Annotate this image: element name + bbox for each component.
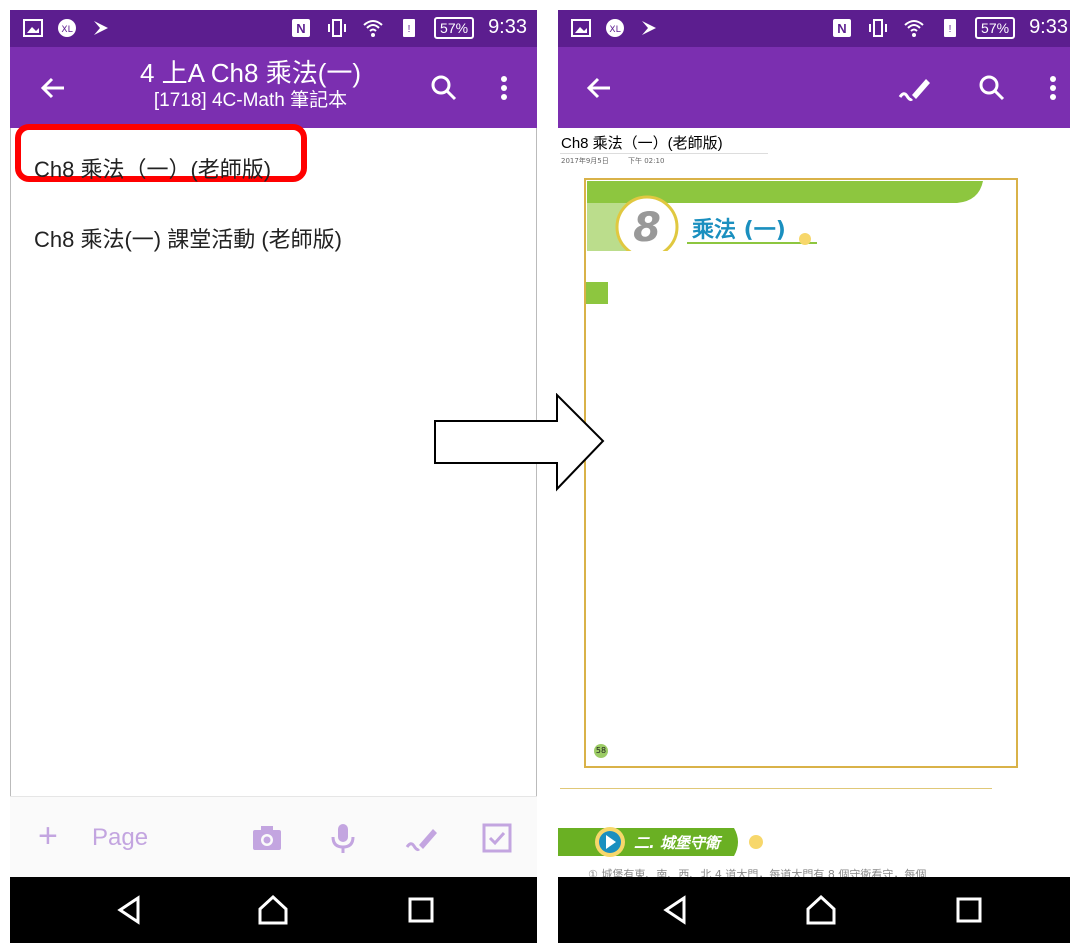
wifi-icon [363, 19, 383, 37]
back-nav-icon[interactable] [660, 894, 692, 926]
note-time: 下午 02:10 [628, 157, 665, 165]
more-options-icon[interactable] [487, 71, 521, 105]
wifi-icon [904, 19, 924, 37]
right-phone-screen: XL N ! 57% 9:33 Ch8 乘法（一）(老師版) 2017年9月5日… [558, 10, 1070, 943]
status-bar: XL N ! 57% 9:33 [558, 10, 1070, 47]
green-tab [586, 282, 608, 304]
recents-nav-icon[interactable] [405, 894, 437, 926]
home-nav-icon[interactable] [257, 894, 289, 926]
xl-icon: XL [58, 19, 76, 37]
back-nav-icon[interactable] [114, 894, 146, 926]
svg-text:XL: XL [61, 25, 72, 35]
home-nav-icon[interactable] [805, 894, 837, 926]
battery-indicator: 57% [975, 16, 1016, 39]
checkbox-icon[interactable] [480, 821, 514, 855]
microphone-icon[interactable] [326, 821, 360, 855]
page-number: 58 [594, 744, 608, 758]
divider [560, 153, 768, 154]
chapter-banner: 8 乘法 (一) [587, 181, 983, 251]
add-page-button[interactable]: + [38, 819, 58, 853]
nfc-icon: N [292, 18, 311, 37]
note-date: 2017年9月5日 [561, 157, 609, 165]
page-item-class-activity[interactable]: Ch8 乘法(一) 課堂活動 (老師版) [34, 222, 342, 254]
bottom-toolbar: + Page [10, 796, 537, 878]
app-notification-icon [642, 21, 656, 35]
clock: 9:33 [1029, 16, 1068, 38]
battery-indicator: 57% [434, 16, 475, 39]
navigation-bar [558, 877, 1070, 943]
app-bar [558, 47, 1070, 128]
vibrate-icon [869, 18, 888, 37]
gallery-icon [571, 19, 591, 37]
status-bar: XL N ! 57% 9:33 [10, 10, 537, 47]
divider [560, 788, 992, 789]
search-icon[interactable] [427, 71, 461, 105]
textbook-page: 8 乘法 (一) 58 [584, 178, 1018, 768]
more-options-icon[interactable] [1036, 71, 1070, 105]
chapter-number: 8 [633, 205, 661, 251]
svg-text:N: N [837, 21, 846, 36]
back-arrow-icon[interactable] [582, 71, 616, 105]
svg-text:N: N [296, 21, 305, 36]
partial-question-text: ① 城堡有東、南、西、北 4 道大門，每道大門有 8 個守衛看守，每個 [588, 868, 927, 877]
chapter-title: 乘法 (一) [691, 218, 786, 243]
nfc-icon: N [833, 18, 852, 37]
search-icon[interactable] [975, 71, 1009, 105]
recents-nav-icon[interactable] [953, 894, 985, 926]
sim-alert-icon: ! [944, 18, 957, 37]
draw-icon[interactable] [898, 71, 932, 105]
svg-text:XL: XL [609, 25, 620, 35]
sim-alert-icon: ! [403, 18, 416, 37]
camera-icon[interactable] [250, 821, 284, 855]
section-title: 二. 城堡守衛 [634, 834, 723, 852]
svg-text:!: ! [408, 24, 411, 35]
section-banner: 二. 城堡守衛 [558, 827, 763, 857]
add-page-label[interactable]: Page [92, 824, 148, 852]
transition-arrow-icon [434, 393, 605, 492]
notebook-subtitle: [1718] 4C-Math 筆記本 [153, 90, 348, 111]
note-title: Ch8 乘法（一）(老師版) [561, 135, 723, 152]
page-item-teacher[interactable]: Ch8 乘法（一）(老師版) [34, 152, 271, 184]
app-bar: 4 上A Ch8 乘法(一) [1718] 4C-Math 筆記本 [10, 47, 537, 128]
navigation-bar [10, 877, 537, 943]
clock: 9:33 [488, 16, 527, 38]
svg-text:!: ! [949, 24, 952, 35]
section-title: 4 上A Ch8 乘法(一) [139, 58, 362, 88]
back-arrow-icon[interactable] [36, 71, 70, 105]
draw-icon[interactable] [405, 821, 439, 855]
xl-icon: XL [606, 19, 624, 37]
vibrate-icon [328, 18, 347, 37]
app-notification-icon [94, 21, 108, 35]
note-canvas[interactable]: Ch8 乘法（一）(老師版) 2017年9月5日 下午 02:10 8 乘法 (… [558, 128, 1070, 877]
gallery-icon [23, 19, 43, 37]
